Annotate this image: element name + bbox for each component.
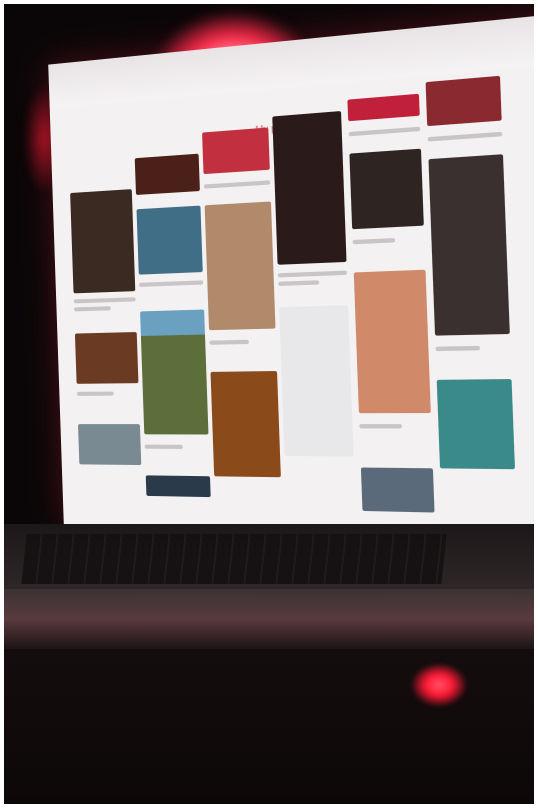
red-led-light	[412, 664, 466, 706]
grid-column	[272, 111, 354, 457]
image-tile[interactable]	[425, 75, 502, 127]
image-tile[interactable]	[204, 201, 276, 331]
image-tile[interactable]	[145, 475, 211, 498]
image-tile[interactable]	[77, 424, 142, 466]
image-tile[interactable]	[436, 379, 515, 470]
grid-column	[68, 128, 142, 466]
keyboard	[21, 534, 447, 584]
image-tile[interactable]	[353, 269, 431, 414]
image-tile[interactable]	[279, 305, 354, 457]
image-tile[interactable]	[136, 205, 203, 275]
image-tile[interactable]	[210, 370, 281, 478]
laptop-front-edge	[4, 589, 534, 649]
grid-column	[347, 93, 435, 513]
image-tile[interactable]	[428, 154, 510, 336]
image-tile[interactable]	[347, 93, 420, 122]
photo-frame: My photos	[4, 4, 534, 804]
image-tile[interactable]	[202, 127, 270, 175]
image-tile[interactable]	[360, 467, 435, 513]
image-tile[interactable]	[134, 153, 200, 195]
image-tile[interactable]	[272, 111, 347, 265]
grid-column	[134, 123, 211, 498]
image-tile[interactable]	[349, 148, 424, 230]
laptop-screen: My photos	[48, 10, 534, 540]
image-tile[interactable]	[74, 332, 139, 384]
grid-column	[202, 117, 281, 478]
image-tile[interactable]	[70, 189, 136, 294]
image-tile[interactable]	[140, 309, 209, 435]
grid-column	[425, 75, 515, 470]
